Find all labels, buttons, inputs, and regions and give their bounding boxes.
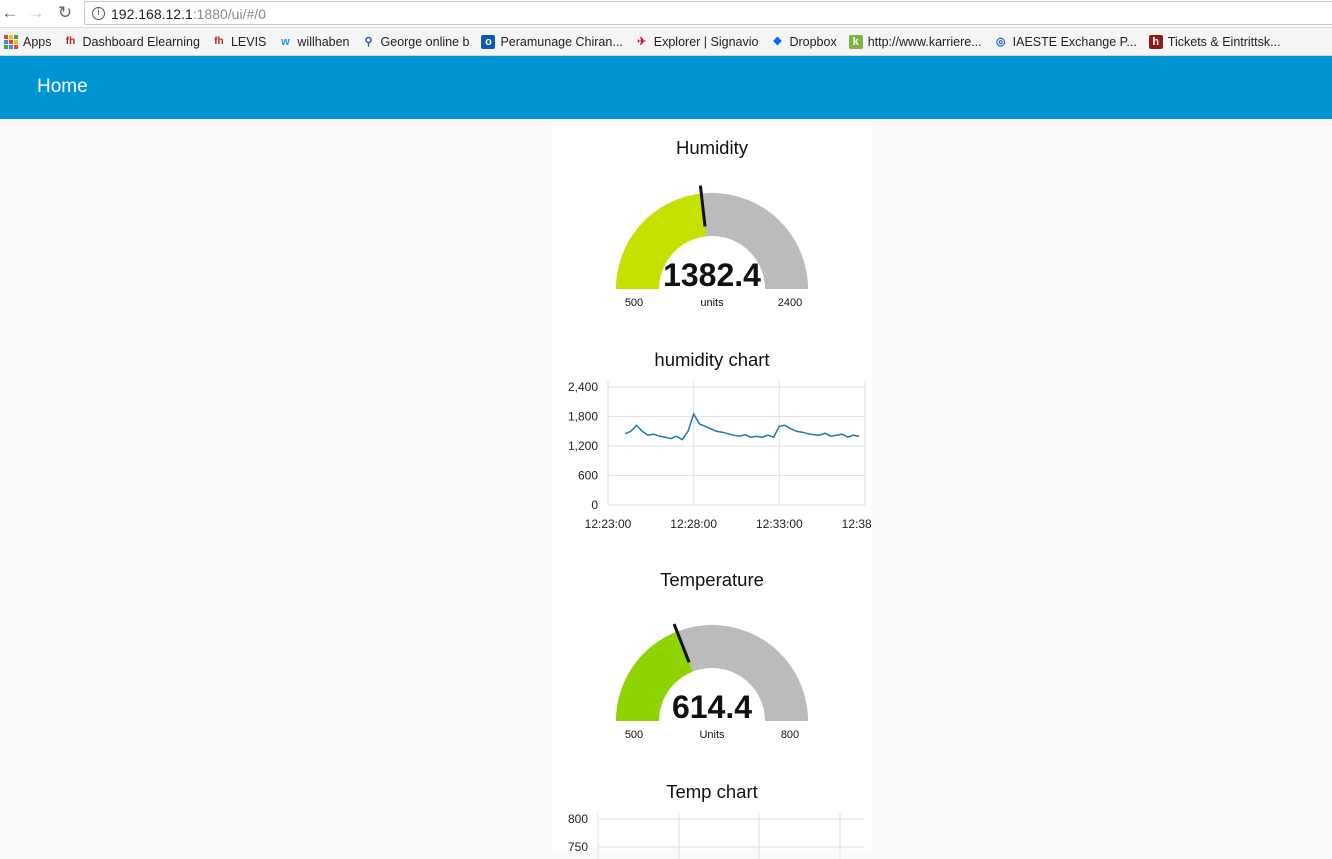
- dashboard-card: Humidity 1382.4 units 500 2400 humidity …: [552, 125, 872, 859]
- temperature-gauge-units: Units: [699, 729, 725, 741]
- bookmark-label: Dashboard Elearning: [82, 34, 200, 49]
- temp-chart: 800 750: [568, 812, 865, 859]
- bookmark-dashboard-elearning[interactable]: fh Dashboard Elearning: [64, 35, 200, 49]
- forward-icon[interactable]: →: [26, 3, 46, 23]
- x-tick-label: 12:38:00: [842, 517, 872, 531]
- bookmark-label: Dropbox: [789, 34, 837, 49]
- humidity-gauge-value: 1382.4: [663, 257, 761, 293]
- y-tick-label: 800: [568, 812, 588, 826]
- x-tick-label: 12:23:00: [585, 517, 632, 531]
- dropbox-icon: ❖: [772, 35, 783, 48]
- bookmark-george[interactable]: ⚲ George online b: [362, 34, 470, 49]
- reload-icon[interactable]: ↻: [55, 3, 75, 23]
- bookmark-iaeste[interactable]: ◎ IAESTE Exchange P...: [994, 35, 1137, 49]
- chart-grid: [597, 813, 865, 859]
- x-axis-ticks: 12:23:00 12:28:00 12:33:00 12:38:00: [585, 517, 872, 531]
- bookmark-karriere[interactable]: k http://www.karriere...: [848, 34, 982, 49]
- x-tick-label: 12:28:00: [670, 517, 717, 531]
- humidity-series-line: [624, 412, 860, 441]
- bookmark-label: LEVIS: [230, 34, 267, 49]
- karriere-icon: k: [848, 34, 863, 49]
- temp-chart-title: Temp chart: [666, 781, 758, 802]
- bookmark-label: Explorer | Signavio: [653, 34, 759, 49]
- temperature-gauge-title: Temperature: [660, 569, 764, 590]
- url-path: :1880/ui/#/0: [192, 6, 266, 22]
- temperature-gauge-max: 800: [781, 729, 799, 741]
- dashboard-toolbar: Home: [0, 56, 1332, 119]
- bookmark-apps[interactable]: Apps: [4, 34, 52, 49]
- humidity-gauge: 1382.4 units 500 2400: [616, 185, 808, 309]
- url-text: 192.168.12.1:1880/ui/#/0: [111, 6, 266, 22]
- humidity-gauge-min: 500: [625, 297, 643, 309]
- humidity-gauge-units: units: [700, 297, 724, 309]
- bookmark-label: Apps: [23, 34, 52, 49]
- y-tick-label: 750: [568, 840, 588, 854]
- bookmark-signavio[interactable]: ✈ Explorer | Signavio: [635, 34, 759, 49]
- y-tick-label: 1,800: [568, 410, 598, 424]
- y-tick-label: 1,200: [568, 439, 598, 453]
- humidity-chart-title: humidity chart: [654, 349, 770, 370]
- bookmark-dropbox[interactable]: ❖ Dropbox: [770, 34, 837, 49]
- bookmark-willhaben[interactable]: w willhaben: [278, 35, 349, 49]
- chart-grid: [607, 381, 866, 506]
- y-axis-ticks: 800 750: [568, 812, 588, 854]
- iaeste-icon: ◎: [995, 35, 1006, 48]
- info-icon[interactable]: i: [92, 7, 105, 20]
- george-icon: ⚲: [364, 35, 373, 48]
- bookmark-label: Tickets & Eintrittsk...: [1167, 34, 1281, 49]
- x-tick-label: 12:33:00: [756, 517, 803, 531]
- willhaben-icon: w: [281, 35, 290, 48]
- bookmark-label: George online b: [380, 34, 470, 49]
- tickets-icon: h: [1148, 34, 1163, 49]
- bookmark-tickets[interactable]: h Tickets & Eintrittsk...: [1148, 34, 1281, 49]
- browser-address-bar: ← → ↻ i 192.168.12.1:1880/ui/#/0: [0, 0, 1332, 28]
- bookmarks-bar: Apps fh Dashboard Elearning fh LEVIS w w…: [0, 28, 1332, 56]
- bookmark-levis[interactable]: fh LEVIS: [212, 35, 266, 49]
- y-axis-ticks: 0 600 1,200 1,800 2,400: [568, 380, 598, 512]
- url-input[interactable]: i 192.168.12.1:1880/ui/#/0: [84, 1, 1332, 25]
- bookmark-label: http://www.karriere...: [867, 34, 982, 49]
- bookmark-label: willhaben: [297, 34, 350, 49]
- y-tick-label: 0: [591, 498, 598, 512]
- bookmark-label: IAESTE Exchange P...: [1012, 34, 1137, 49]
- fh-logo-icon: fh: [214, 35, 224, 47]
- y-tick-label: 600: [578, 469, 598, 483]
- bookmark-label: Peramunage Chiran...: [500, 34, 623, 49]
- temperature-gauge-value: 614.4: [672, 689, 752, 725]
- humidity-gauge-max: 2400: [778, 297, 802, 309]
- y-tick-label: 2,400: [568, 380, 598, 394]
- temperature-gauge-min: 500: [625, 729, 643, 741]
- humidity-chart: 0 600 1,200 1,800 2,400 12:23:00 12:28:00 12:3…: [568, 380, 872, 531]
- back-icon[interactable]: ←: [0, 3, 20, 23]
- page-title: Home: [37, 76, 88, 97]
- apps-grid-icon: [4, 34, 18, 49]
- humidity-gauge-title: Humidity: [676, 137, 748, 158]
- temperature-gauge: 614.4 Units 500 800: [616, 623, 808, 741]
- outlook-icon: o: [481, 34, 496, 49]
- url-host: 192.168.12.1: [111, 6, 193, 22]
- fh-logo-icon: fh: [65, 35, 76, 47]
- bookmark-outlook[interactable]: o Peramunage Chiran...: [481, 34, 623, 49]
- signavio-icon: ✈: [637, 35, 647, 48]
